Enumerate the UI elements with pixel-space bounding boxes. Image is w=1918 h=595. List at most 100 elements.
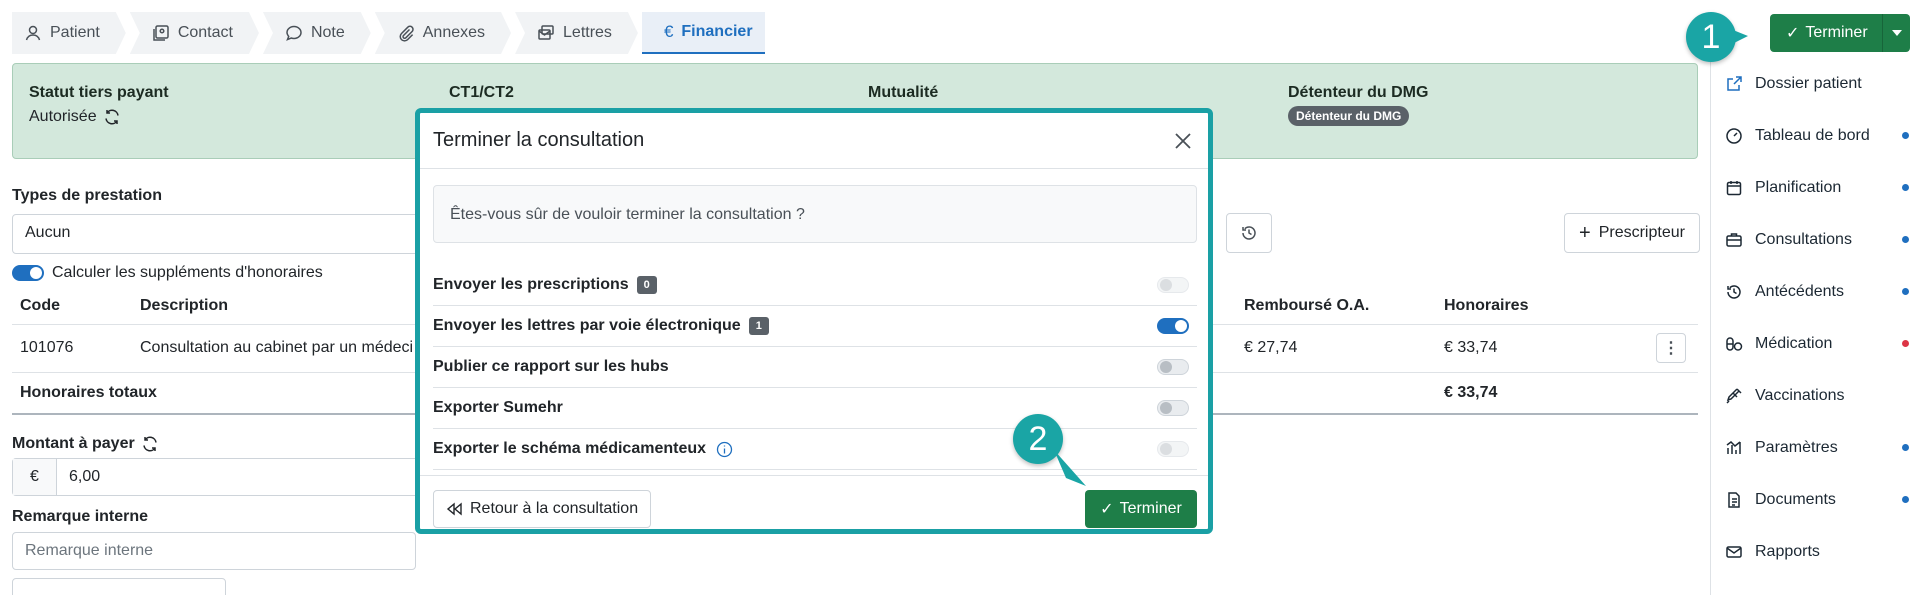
header-honoraires: Honoraires: [1436, 288, 1698, 325]
tab-note[interactable]: Note: [263, 12, 371, 54]
prescripteur-label: Prescripteur: [1598, 224, 1685, 241]
sidebar-item-label: Antécédents: [1755, 283, 1844, 300]
tab-bar: Patient Contact Note Annexes Lettres € F…: [12, 12, 769, 54]
calc-supplements-label: Calculer les suppléments d'honoraires: [52, 264, 323, 281]
history-button[interactable]: [1226, 213, 1272, 253]
letters-icon: [537, 24, 555, 42]
remarque-textarea[interactable]: Remarque interne: [12, 532, 416, 570]
euro-icon: €: [663, 22, 674, 41]
step-pointer-1: [1728, 28, 1748, 46]
lettres-toggle[interactable]: [1157, 318, 1189, 334]
back-to-consultation-button[interactable]: Retour à la consultation: [433, 490, 652, 528]
external-link-icon: [1727, 76, 1742, 91]
tab-label: Patient: [50, 24, 100, 41]
cell-code: 101076: [12, 324, 132, 373]
hubs-toggle[interactable]: [1157, 359, 1189, 375]
check-icon: ✓: [1100, 501, 1114, 518]
calc-supplements-toggle[interactable]: [12, 265, 44, 281]
modal-footer: Retour à la consultation ✓ Terminer: [420, 475, 1208, 529]
sumehr-toggle[interactable]: [1157, 400, 1189, 416]
montant-label-row: Montant à payer: [12, 435, 159, 453]
tiers-payant-title: Statut tiers payant: [29, 84, 169, 101]
option-label: Envoyer les prescriptions: [433, 276, 629, 293]
sidebar-item-label: Médication: [1755, 335, 1833, 352]
refresh-icon[interactable]: [103, 108, 121, 126]
types-label: Types de prestation: [12, 187, 162, 204]
sidebar-item-consultations[interactable]: Consultations: [1725, 225, 1909, 255]
add-prescripteur-button[interactable]: + Prescripteur: [1564, 213, 1700, 253]
sidebar-item-label: Paramètres: [1755, 439, 1838, 456]
option-row-sumehr: Exporter Sumehr: [433, 388, 1197, 429]
notification-dot: [1902, 444, 1909, 451]
alert-dot: [1902, 340, 1909, 347]
tab-patient[interactable]: Patient: [12, 12, 126, 54]
notification-dot: [1902, 184, 1909, 191]
tab-label: Contact: [177, 24, 233, 41]
tab-lettres[interactable]: Lettres: [515, 12, 638, 54]
sidebar-item-medication[interactable]: Médication: [1725, 329, 1909, 359]
sidebar-item-label: Tableau de bord: [1755, 127, 1870, 144]
types-select[interactable]: Aucun: [12, 214, 432, 254]
tab-label: Note: [310, 24, 345, 41]
user-icon: [24, 24, 42, 42]
refresh-icon[interactable]: [141, 435, 159, 453]
montant-input[interactable]: € 6,00: [12, 458, 432, 496]
modal-header: Terminer la consultation: [420, 113, 1208, 169]
right-sidebar: Dossier patient Tableau de bord Planific…: [1710, 62, 1918, 595]
dmg-title: Détenteur du DMG: [1288, 84, 1429, 101]
sidebar-item-tableau[interactable]: Tableau de bord: [1725, 121, 1909, 151]
dashboard-icon: [1726, 128, 1742, 144]
ct-title: CT1/CT2: [449, 84, 514, 101]
sidebar-item-antecedents[interactable]: Antécédents: [1725, 277, 1909, 307]
sidebar-item-label: Vaccinations: [1755, 387, 1845, 404]
terminer-top-button[interactable]: ✓ Terminer: [1770, 14, 1910, 52]
sidebar-item-label: Rapports: [1755, 543, 1820, 560]
header-code: Code: [12, 288, 132, 325]
option-label: Exporter Sumehr: [433, 399, 563, 416]
close-icon[interactable]: [1171, 129, 1195, 153]
terminer-modal: Terminer la consultation Êtes-vous sûr d…: [415, 108, 1213, 534]
notification-dot: [1902, 236, 1909, 243]
total-value: € 33,74: [1436, 372, 1698, 415]
sidebar-item-rapports[interactable]: Rapports: [1725, 537, 1909, 567]
montant-label: Montant à payer: [12, 435, 135, 452]
sidebar-item-vaccinations[interactable]: Vaccinations: [1725, 381, 1909, 411]
row-menu-button[interactable]: ⋮: [1656, 333, 1686, 363]
option-row-hubs: Publier ce rapport sur les hubs: [433, 347, 1197, 388]
tab-label: Financier: [681, 23, 753, 40]
tab-annexes[interactable]: Annexes: [375, 12, 511, 54]
confirm-label: Terminer: [1119, 500, 1182, 517]
chevron-down-icon[interactable]: [1882, 14, 1910, 52]
plus-icon: +: [1579, 221, 1591, 244]
count-badge: 1: [748, 317, 769, 335]
confirm-question: Êtes-vous sûr de vouloir terminer la con…: [433, 185, 1197, 243]
save-button[interactable]: [12, 578, 226, 595]
sidebar-item-label: Consultations: [1755, 231, 1852, 248]
history-icon: [1242, 226, 1256, 240]
sidebar-item-label: Documents: [1755, 491, 1836, 508]
prescriptions-toggle[interactable]: [1157, 277, 1189, 293]
calendar-icon: [1726, 181, 1742, 196]
sidebar-item-documents[interactable]: Documents: [1725, 485, 1909, 515]
header-rembourse: Remboursé O.A.: [1236, 288, 1436, 325]
step-pointer-2: [1054, 450, 1086, 486]
option-row-lettres: Envoyer les lettres par voie électroniqu…: [433, 306, 1197, 347]
history-icon: [1727, 285, 1741, 299]
tab-financier[interactable]: € Financier: [641, 12, 765, 54]
confirm-terminer-button[interactable]: ✓ Terminer: [1085, 490, 1197, 528]
tab-contact[interactable]: Contact: [130, 12, 259, 54]
sidebar-item-dossier[interactable]: Dossier patient: [1725, 69, 1909, 99]
tab-label: Lettres: [563, 24, 612, 41]
remarque-label: Remarque interne: [12, 508, 149, 525]
sidebar-item-planification[interactable]: Planification: [1725, 173, 1909, 203]
sidebar-item-parametres[interactable]: Paramètres: [1725, 433, 1909, 463]
sidebar-item-label: Dossier patient: [1755, 75, 1862, 92]
info-icon[interactable]: [716, 441, 733, 458]
briefcase-icon: [1726, 233, 1742, 247]
syringe-icon: [1726, 388, 1742, 404]
schema-toggle[interactable]: [1157, 441, 1189, 457]
modal-title: Terminer la consultation: [433, 129, 645, 151]
montant-value: 6,00: [69, 468, 101, 485]
paperclip-icon: [397, 24, 415, 42]
sidebar-item-label: Planification: [1755, 179, 1842, 196]
